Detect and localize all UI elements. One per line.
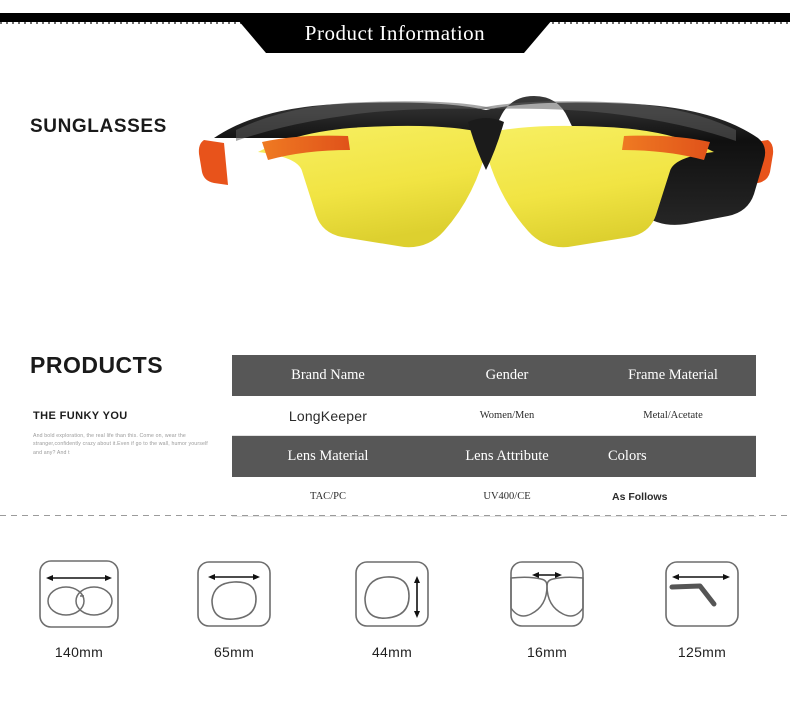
dimension-item: 16mm bbox=[468, 558, 626, 660]
header-banner: Product Information bbox=[0, 0, 790, 70]
table-header-cell: Gender bbox=[485, 367, 529, 383]
table-header-row: Brand Name Gender Frame Material bbox=[232, 355, 756, 396]
dimension-label: 125mm bbox=[677, 644, 727, 660]
product-photo bbox=[196, 96, 776, 311]
dimension-item: 125mm bbox=[623, 558, 781, 660]
dimension-label: 65mm bbox=[213, 644, 255, 660]
products-heading: PRODUCTS bbox=[30, 352, 164, 378]
brand-copy-body: And bold exploration, the real life than… bbox=[33, 433, 208, 456]
table-cell-frame-material: Metal/Acetate bbox=[643, 410, 703, 421]
temple-length-icon bbox=[660, 558, 744, 630]
dimension-label: 16mm bbox=[526, 644, 568, 660]
table-cell-lens-attribute: UV400/CE bbox=[483, 491, 531, 502]
dimension-label: 140mm bbox=[54, 644, 104, 660]
table-header-cell: Frame Material bbox=[628, 367, 718, 383]
table-cell-gender: Women/Men bbox=[479, 410, 535, 421]
table-row: LongKeeper Women/Men Metal/Acetate bbox=[232, 396, 756, 436]
dimensions-row: 140mm 65mm 44mm 16mm 125mm bbox=[0, 558, 790, 678]
table-cell-brand-name: LongKeeper bbox=[288, 407, 368, 424]
sunglasses-heading: SUNGLASSES bbox=[30, 116, 167, 137]
brand-copy-title: THE FUNKY YOU bbox=[33, 410, 128, 422]
dimension-label: 44mm bbox=[371, 644, 413, 660]
table-cell-colors: As Follows bbox=[612, 490, 668, 503]
dimension-item: 65mm bbox=[155, 558, 313, 660]
section-divider bbox=[0, 515, 790, 516]
lens-width-icon bbox=[192, 558, 276, 630]
product-information-page: Product Information SUNGLASSES PRODUCTS … bbox=[0, 0, 790, 708]
table-header-cell: Lens Material bbox=[287, 448, 369, 464]
frame-width-icon bbox=[37, 558, 121, 630]
table-header-cell: Colors bbox=[608, 448, 647, 464]
dimension-item: 140mm bbox=[0, 558, 158, 660]
table-cell-lens-material: TAC/PC bbox=[310, 491, 346, 502]
specs-table: Brand Name Gender Frame Material LongKee… bbox=[232, 355, 756, 517]
brand-copy-block: THE FUNKY YOU And bold exploration, the … bbox=[33, 410, 213, 457]
table-header-cell: Lens Attribute bbox=[465, 448, 549, 464]
dimension-item: 44mm bbox=[313, 558, 471, 660]
page-title: Product Information bbox=[304, 20, 486, 45]
bridge-width-icon bbox=[505, 558, 589, 630]
lens-height-icon bbox=[350, 558, 434, 630]
table-header-row: Lens Material Lens Attribute Colors bbox=[232, 436, 756, 477]
table-row: TAC/PC UV400/CE As Follows bbox=[232, 477, 756, 517]
table-header-cell: Brand Name bbox=[291, 367, 365, 383]
